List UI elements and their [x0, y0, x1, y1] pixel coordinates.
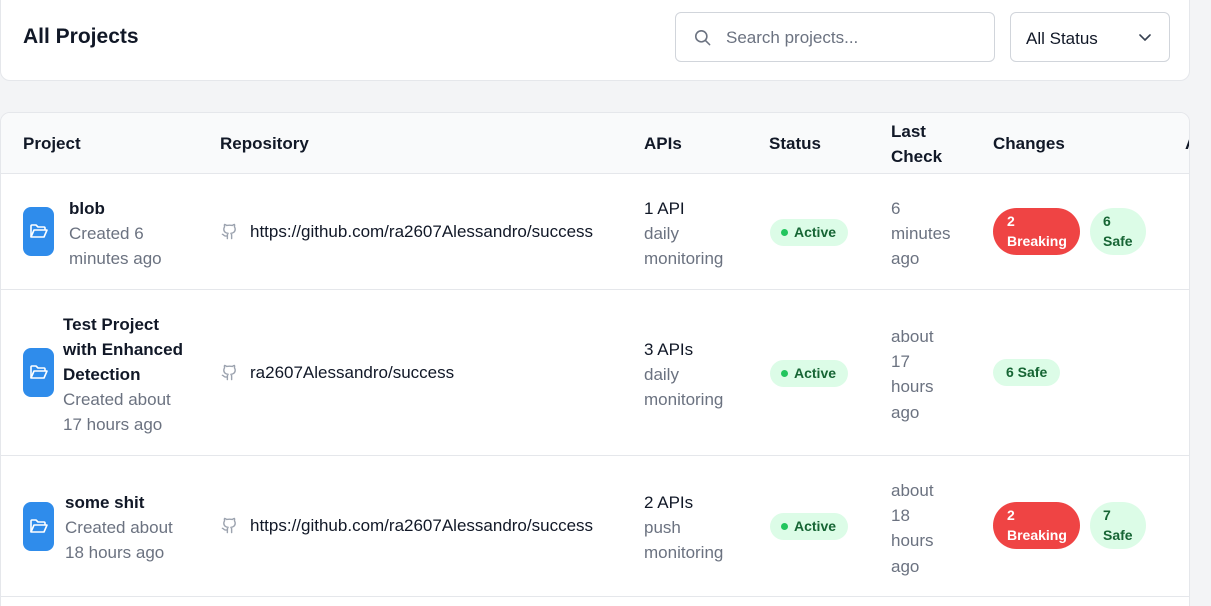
github-icon [221, 517, 236, 534]
status-badge: Active [770, 360, 849, 387]
table-row[interactable]: some shit Created about 18 hours ago htt… [1, 456, 1189, 597]
api-count: 3 APIs [644, 340, 694, 359]
header-card: All Projects All Status [0, 0, 1190, 81]
status-dot [781, 523, 788, 530]
table-header: Project Repository APIs Status Last Chec… [1, 113, 1189, 174]
last-check-line3: ago [891, 249, 920, 268]
project-created-line2: 18 hours ago [65, 543, 165, 562]
project-name-line1[interactable]: Test Project [63, 312, 159, 337]
project-name[interactable]: some shit [65, 490, 144, 515]
col-project: Project [23, 134, 81, 153]
github-icon [221, 223, 236, 240]
col-status: Status [769, 134, 821, 153]
status-label: Active [794, 224, 837, 240]
table-row[interactable]: blob Created 6 minutes ago https://githu… [1, 174, 1189, 290]
project-created-line1: Created about [63, 390, 171, 409]
page-title: All Projects [23, 25, 139, 48]
monitoring-type-line2: monitoring [644, 390, 724, 409]
project-created-line2: 17 hours ago [63, 415, 163, 434]
breaking-changes-badge: 2 Breaking [993, 208, 1080, 255]
breaking-label: Breaking [1007, 233, 1067, 249]
search-input[interactable] [726, 25, 986, 51]
col-truncated: A [1185, 131, 1189, 156]
github-icon [221, 364, 236, 381]
last-check-line4: ago [891, 557, 920, 576]
last-check-line1: about [891, 481, 934, 500]
project-name[interactable]: blob [69, 196, 105, 221]
repository-link[interactable]: ra2607Alessandro/success [250, 363, 454, 383]
folder-badge [23, 348, 54, 397]
col-changes: Changes [993, 134, 1065, 153]
project-name-line3[interactable]: Detection [63, 362, 140, 387]
safe-count: 7 [1103, 507, 1111, 523]
folder-open-icon [29, 519, 48, 533]
col-repository: Repository [220, 134, 309, 153]
monitoring-type-line2: monitoring [644, 543, 724, 562]
status-label: Active [794, 365, 837, 381]
monitoring-type-line2: monitoring [644, 249, 724, 268]
safe-label: Safe [1103, 527, 1133, 543]
safe-count: 6 [1103, 213, 1111, 229]
col-apis: APIs [644, 134, 682, 153]
breaking-count: 2 [1007, 213, 1015, 229]
project-created-line1: Created 6 [69, 224, 144, 243]
safe-changes-badge: 6 Safe [1090, 208, 1146, 255]
search-box[interactable] [675, 12, 995, 62]
status-badge: Active [770, 513, 849, 540]
last-check-line2: 17 [891, 352, 910, 371]
api-count: 1 API [644, 199, 685, 218]
status-filter-value: All Status [1026, 29, 1098, 48]
repository-link[interactable]: https://github.com/ra2607Alessandro/succ… [250, 222, 593, 242]
project-created-line2: minutes ago [69, 249, 162, 268]
project-created-line1: Created about [65, 518, 173, 537]
folder-open-icon [29, 224, 48, 238]
breaking-changes-badge: 2 Breaking [993, 502, 1080, 549]
col-last-check-line1: Last [891, 122, 926, 141]
folder-badge [23, 207, 54, 256]
last-check-line1: 6 [891, 199, 901, 218]
last-check-line1: about [891, 327, 934, 346]
safe-changes-badge: 7 Safe [1090, 502, 1146, 549]
folder-open-icon [29, 365, 48, 379]
table-row[interactable]: Test Project with Enhanced Detection Cre… [1, 290, 1189, 456]
monitoring-type-line1: daily [644, 365, 679, 384]
status-dot [781, 229, 788, 236]
last-check-line3: hours [891, 531, 934, 550]
status-label: Active [794, 518, 837, 534]
status-filter-select[interactable]: All Status [1010, 12, 1170, 62]
monitoring-type-line1: push [644, 518, 681, 537]
api-count: 2 APIs [644, 493, 694, 512]
safe-changes-badge: 6 Safe [993, 359, 1061, 386]
project-name-line2[interactable]: with Enhanced [63, 337, 183, 362]
folder-badge [23, 502, 54, 551]
chevron-down-icon [1139, 34, 1151, 41]
monitoring-type-line1: daily [644, 224, 679, 243]
last-check-line2: minutes [891, 224, 951, 243]
last-check-line2: 18 [891, 506, 910, 525]
status-badge: Active [770, 219, 849, 246]
search-icon [694, 29, 711, 46]
status-dot [781, 370, 788, 377]
col-last-check-line2: Check [891, 147, 943, 166]
safe-label: Safe [1103, 233, 1133, 249]
breaking-count: 2 [1007, 507, 1015, 523]
last-check-line4: ago [891, 403, 920, 422]
last-check-line3: hours [891, 377, 934, 396]
repository-link[interactable]: https://github.com/ra2607Alessandro/succ… [250, 516, 593, 536]
breaking-label: Breaking [1007, 527, 1067, 543]
projects-table: Project Repository APIs Status Last Chec… [0, 112, 1190, 606]
